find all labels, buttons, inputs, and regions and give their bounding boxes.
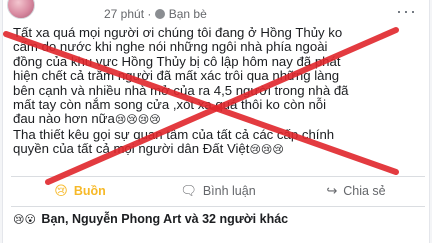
actions-divider-bottom bbox=[11, 206, 425, 207]
post-line: Tha thiết kêu gọi sự quan tâm của tất cả… bbox=[13, 126, 335, 142]
post-actions-bar: 😢 Buồn 🗨 Bình luận ↪ Chia sẻ bbox=[11, 180, 425, 202]
reaction-button[interactable]: 😢 Buồn bbox=[11, 180, 149, 202]
facebook-post-card: 27 phút · Bạn bè ··· Tất xa quá mọi ngườ… bbox=[2, 0, 430, 243]
post-line: Tất xa quá mọi người ơi chúng tôi đang ở… bbox=[13, 25, 343, 40]
post-line-text: quyền của tất cả mọi người dân Đất Việt bbox=[13, 141, 250, 157]
reactions-summary[interactable]: 😢😮 Bạn, Nguyễn Phong Art và 32 người khá… bbox=[13, 212, 288, 226]
post-line: quyền của tất cả mọi người dân Đất Việt😢… bbox=[13, 142, 423, 157]
post-line: cấm do nước khi nghe nói những ngôi nhà … bbox=[13, 39, 328, 55]
more-options-icon[interactable]: ··· bbox=[396, 1, 417, 22]
reaction-label: Buồn bbox=[73, 184, 106, 198]
author-avatar[interactable] bbox=[7, 0, 35, 19]
post-line-text: đau nào hơn nữa bbox=[13, 111, 115, 127]
sad-emoji-icon: 😢😢😢 bbox=[249, 143, 284, 157]
post-line: bên cạnh và nhiều nhà mở của ra 4,5 ngườ… bbox=[13, 82, 349, 98]
meta-separator: · bbox=[147, 7, 152, 21]
reaction-summary-icons: 😢😮 bbox=[13, 213, 36, 226]
post-meta: 27 phút · Bạn bè bbox=[104, 7, 207, 21]
audience-friends-icon bbox=[154, 9, 165, 19]
post-line: mất tay còn nắm song cửa ,xót xa quá thô… bbox=[13, 97, 327, 113]
post-line: đồng của khu vực Hồng Thủy bị cô lập hôm… bbox=[13, 53, 341, 69]
post-audience: Bạn bè bbox=[168, 7, 207, 21]
share-label: Chia sẻ bbox=[343, 184, 386, 198]
comment-icon: 🗨 bbox=[180, 183, 197, 199]
post-line: đau nào hơn nữa😢😢😢😢 bbox=[13, 112, 423, 127]
post-line: hiện chết cả trăm người đã mất xác trôi … bbox=[13, 68, 340, 84]
post-time[interactable]: 27 phút bbox=[104, 7, 144, 21]
comment-button[interactable]: 🗨 Bình luận bbox=[149, 180, 287, 202]
sad-reaction-icon: 😢 bbox=[54, 183, 68, 199]
actions-divider-top bbox=[11, 176, 425, 177]
sad-emoji-icon: 😢😢😢😢 bbox=[114, 113, 161, 127]
share-button[interactable]: ↪ Chia sẻ bbox=[287, 180, 425, 202]
comment-label: Bình luận bbox=[202, 184, 256, 198]
reactions-summary-text: Bạn, Nguyễn Phong Art và 32 người khác bbox=[41, 212, 289, 226]
post-body: Tất xa quá mọi người ơi chúng tôi đang ở… bbox=[13, 25, 423, 158]
share-icon: ↪ bbox=[326, 183, 338, 199]
